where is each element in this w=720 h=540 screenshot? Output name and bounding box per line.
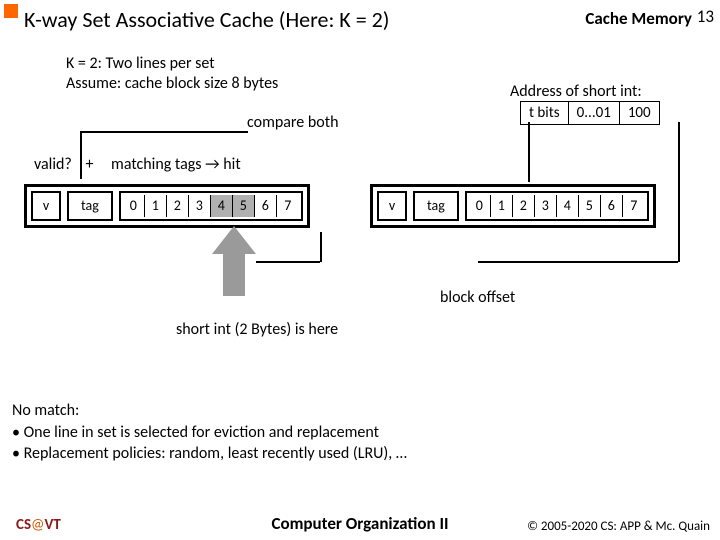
addr-set: 0...01 xyxy=(569,102,620,124)
address-label: Address of short int: xyxy=(510,82,642,101)
slide: K-way Set Associative Cache (Here: K = 2… xyxy=(0,0,720,540)
wire xyxy=(678,122,680,262)
cache-line-a: v tag 0 1 2 3 4 5 6 7 xyxy=(24,184,310,228)
wire xyxy=(256,261,320,263)
wire xyxy=(80,131,82,179)
line-b-valid: v xyxy=(377,191,407,221)
footer-right: © 2005-2020 CS: APP & Mc. Quain xyxy=(527,519,710,534)
byte-0: 0 xyxy=(469,195,491,217)
plus-label: + xyxy=(85,155,93,174)
nomatch-b1: • One line in set is selected for evicti… xyxy=(12,422,407,444)
byte-5: 5 xyxy=(579,195,601,217)
byte-6: 6 xyxy=(255,195,277,217)
byte-4: 4 xyxy=(557,195,579,217)
byte-3: 3 xyxy=(535,195,557,217)
wire xyxy=(478,261,678,263)
byte-6: 6 xyxy=(601,195,623,217)
assume-line-1: K = 2: Two lines per set xyxy=(66,54,278,74)
valid-plus-matching: valid? + matching tags → hit xyxy=(34,155,241,174)
up-arrow-icon xyxy=(212,226,256,296)
address-fields: t bits 0...01 100 xyxy=(520,101,660,125)
cache-line-b: v tag 0 1 2 3 4 5 6 7 xyxy=(370,184,656,228)
v-cell: v xyxy=(35,195,57,217)
line-b-data: 0 1 2 3 4 5 6 7 xyxy=(465,191,649,221)
wire xyxy=(320,232,322,262)
bullet-icon xyxy=(4,4,18,18)
wire xyxy=(80,131,248,133)
byte-1: 1 xyxy=(145,195,167,217)
byte-3: 3 xyxy=(189,195,211,217)
matching-label: matching tags → hit xyxy=(111,155,241,174)
addr-offset: 100 xyxy=(620,102,659,124)
block-offset-label: block offset xyxy=(440,288,515,307)
byte-0: 0 xyxy=(123,195,145,217)
assume-line-2: Assume: cache block size 8 bytes xyxy=(66,74,278,94)
v-cell: v xyxy=(381,195,403,217)
valid-label: valid? xyxy=(34,155,72,174)
line-a-data: 0 1 2 3 4 5 6 7 xyxy=(119,191,303,221)
byte-5: 5 xyxy=(233,195,255,217)
byte-2: 2 xyxy=(167,195,189,217)
header-topic: Cache Memory xyxy=(585,8,692,29)
byte-4: 4 xyxy=(211,195,233,217)
byte-2: 2 xyxy=(513,195,535,217)
byte-1: 1 xyxy=(491,195,513,217)
line-a-tag: tag xyxy=(67,191,113,221)
slide-title: K-way Set Associative Cache (Here: K = 2… xyxy=(24,6,389,33)
no-match-text: No match: • One line in set is selected … xyxy=(12,400,407,465)
addr-tbits: t bits xyxy=(521,102,569,124)
byte-7: 7 xyxy=(277,195,299,217)
line-a-outer: v tag 0 1 2 3 4 5 6 7 xyxy=(24,184,310,228)
page-number: 13 xyxy=(697,6,714,27)
assumptions: K = 2: Two lines per set Assume: cache b… xyxy=(66,54,278,94)
short-int-label: short int (2 Bytes) is here xyxy=(176,320,338,339)
line-a-valid: v xyxy=(31,191,61,221)
wire xyxy=(528,122,530,182)
compare-label: compare both xyxy=(247,113,338,132)
nomatch-b2: • Replacement policies: random, least re… xyxy=(12,443,407,465)
tag-cell: tag xyxy=(71,195,109,217)
line-b-outer: v tag 0 1 2 3 4 5 6 7 xyxy=(370,184,656,228)
nomatch-head: No match: xyxy=(12,400,407,422)
line-b-tag: tag xyxy=(413,191,459,221)
tag-cell: tag xyxy=(417,195,455,217)
byte-7: 7 xyxy=(623,195,645,217)
